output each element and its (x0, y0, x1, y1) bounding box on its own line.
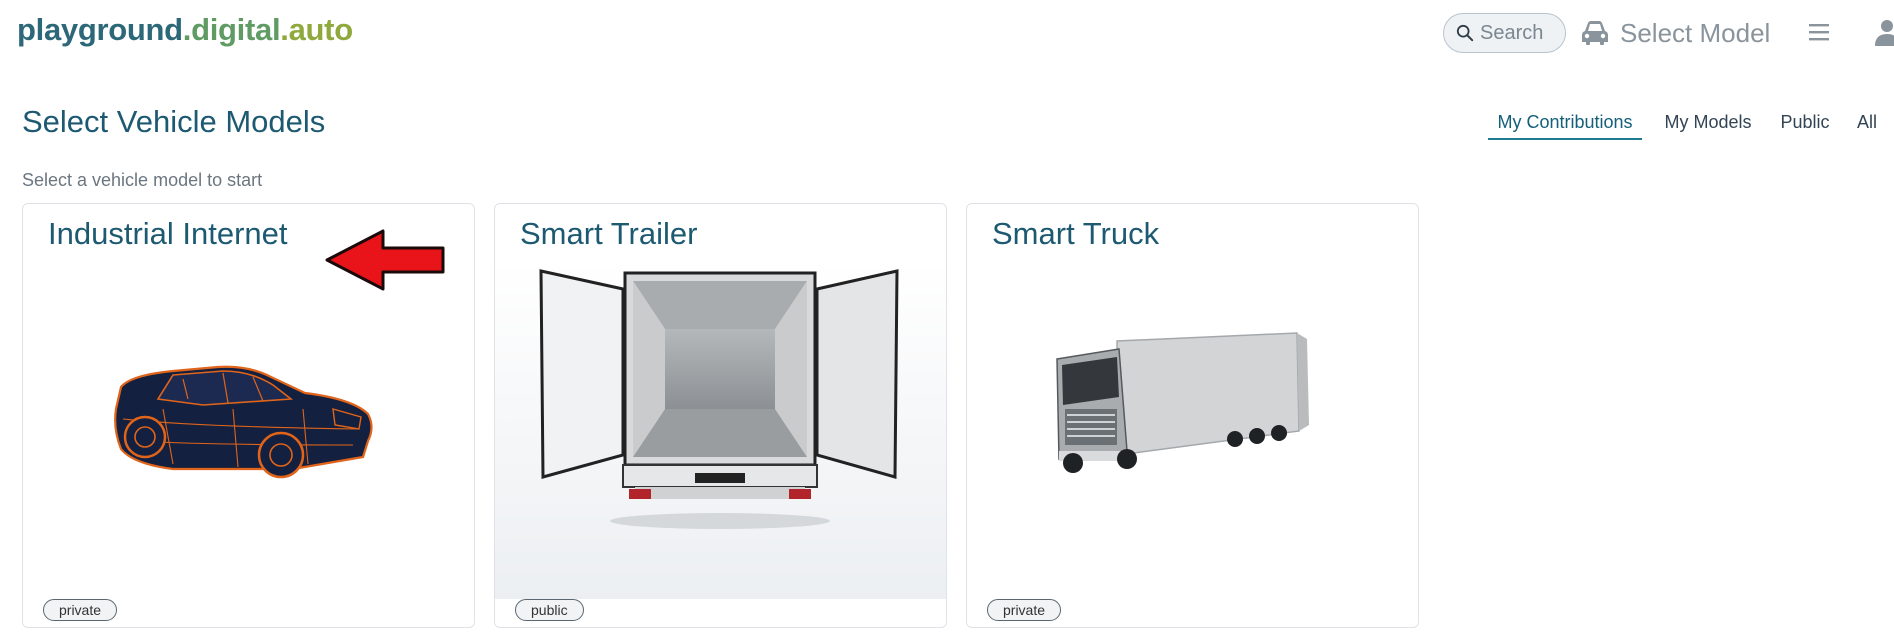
card-title: Smart Truck (992, 216, 1160, 251)
logo-part-auto: .auto (280, 12, 353, 47)
model-card-smart-truck[interactable]: Smart Truck private (966, 203, 1419, 628)
select-model-button[interactable]: Select Model (1580, 14, 1770, 52)
tab-public[interactable]: Public (1779, 108, 1831, 140)
search-input[interactable] (1480, 21, 1564, 45)
user-icon[interactable] (1873, 18, 1894, 46)
logo-part-playground: playground (17, 12, 183, 47)
wireframe-car-image (114, 365, 373, 479)
visibility-badge: private (43, 599, 118, 621)
logo-part-digital: .digital (182, 12, 281, 47)
tab-my-models[interactable]: My Models (1663, 108, 1753, 140)
select-model-label: Select Model (1620, 17, 1771, 48)
open-trailer-image (495, 259, 946, 599)
semi-truck-image (1056, 332, 1309, 473)
top-navigation-bar: playground.digital.auto Select Model (0, 0, 1894, 66)
tab-my-contributions[interactable]: My Contributions (1488, 108, 1642, 140)
annotation-arrow-icon (325, 229, 445, 291)
search-box[interactable] (1443, 13, 1566, 53)
tab-all[interactable]: All (1855, 108, 1879, 140)
app-logo[interactable]: playground.digital.auto (17, 12, 353, 48)
visibility-badge: private (987, 599, 1062, 621)
car-icon (1582, 21, 1608, 45)
page-subtitle: Select a vehicle model to start (22, 170, 263, 190)
visibility-badge: public (515, 599, 584, 621)
search-icon (1456, 24, 1474, 42)
card-title: Industrial Internet (48, 216, 288, 251)
model-card-smart-trailer[interactable]: Smart Trailer public (494, 203, 947, 628)
card-title: Smart Trailer (520, 216, 698, 251)
hamburger-menu-icon[interactable] (1809, 21, 1829, 43)
page-title: Select Vehicle Models (22, 104, 326, 139)
